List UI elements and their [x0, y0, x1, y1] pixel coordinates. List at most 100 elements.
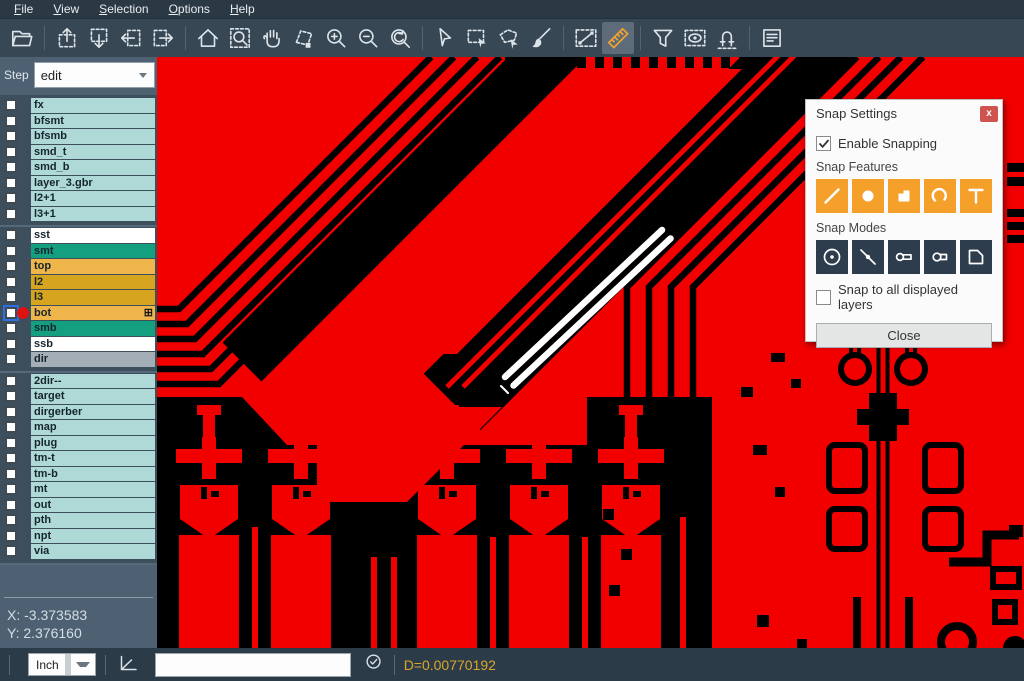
layer-checkbox[interactable]	[5, 161, 17, 173]
zoom-window-button[interactable]	[224, 22, 256, 54]
layer-checkbox[interactable]	[5, 390, 17, 402]
layer-checkbox[interactable]	[5, 115, 17, 127]
snap-all-layers-row[interactable]: Snap to all displayed layers	[816, 282, 992, 312]
snap-feature-line-button[interactable]	[816, 179, 848, 213]
layer-row[interactable]: ssb	[0, 337, 157, 352]
close-icon[interactable]: x	[980, 106, 998, 122]
layer-checkbox[interactable]	[5, 99, 17, 111]
snap-all-layers-checkbox[interactable]	[816, 290, 831, 305]
layer-row[interactable]: layer_3.gbr	[0, 176, 157, 191]
measure-value-input[interactable]	[155, 653, 351, 677]
layer-checkbox[interactable]	[5, 291, 17, 303]
layer-row[interactable]: via	[0, 544, 157, 559]
layer-row[interactable]: plug	[0, 436, 157, 451]
snap-magnet-button[interactable]	[711, 22, 743, 54]
layer-row[interactable]: smd_b	[0, 160, 157, 175]
unit-dropdown[interactable]: Inch	[28, 653, 96, 676]
zoom-in-button[interactable]	[320, 22, 352, 54]
layer-checkbox[interactable]	[5, 514, 17, 526]
layer-row[interactable]: tm-t	[0, 451, 157, 466]
layer-checkbox[interactable]	[5, 499, 17, 511]
layer-checkbox[interactable]	[5, 177, 17, 189]
layer-checkbox[interactable]	[5, 483, 17, 495]
layer-row[interactable]: target	[0, 389, 157, 404]
menu-help[interactable]: Help	[220, 1, 265, 17]
layer-row[interactable]: l2	[0, 275, 157, 290]
layer-row[interactable]: out	[0, 498, 157, 513]
import-down-button[interactable]	[83, 22, 115, 54]
menu-file[interactable]: File	[4, 1, 43, 17]
layer-row[interactable]: l3+1	[0, 207, 157, 222]
layer-checkbox[interactable]	[5, 530, 17, 542]
open-button[interactable]	[6, 22, 38, 54]
layer-row[interactable]: l2+1	[0, 191, 157, 206]
apply-check-icon[interactable]	[363, 651, 385, 678]
layer-row[interactable]: top	[0, 259, 157, 274]
import-left-button[interactable]	[115, 22, 147, 54]
snap-mode-origin-button[interactable]	[924, 240, 956, 274]
layer-checkbox[interactable]	[5, 245, 17, 257]
layer-row[interactable]: mt	[0, 482, 157, 497]
layer-checkbox[interactable]	[5, 260, 17, 272]
layer-row[interactable]: bfsmt	[0, 114, 157, 129]
layer-checkbox[interactable]	[5, 437, 17, 449]
layers-panel-button[interactable]	[756, 22, 788, 54]
home-view-button[interactable]	[192, 22, 224, 54]
snap-feature-surface-button[interactable]	[888, 179, 920, 213]
layer-row[interactable]: fx	[0, 98, 157, 113]
import-up-button[interactable]	[51, 22, 83, 54]
pan-button[interactable]	[256, 22, 288, 54]
layer-row[interactable]: pth	[0, 513, 157, 528]
snap-feature-arc-button[interactable]	[924, 179, 956, 213]
layer-checkbox[interactable]	[5, 130, 17, 142]
layer-checkbox[interactable]	[5, 452, 17, 464]
layer-row[interactable]: sst	[0, 228, 157, 243]
select-polygon-button[interactable]	[493, 22, 525, 54]
close-button[interactable]: Close	[816, 323, 992, 348]
layer-checkbox[interactable]	[5, 406, 17, 418]
snap-mode-midpoint-button[interactable]	[852, 240, 884, 274]
layer-checkbox[interactable]	[5, 322, 17, 334]
layer-row[interactable]: dir	[0, 352, 157, 367]
measure-line-button[interactable]	[570, 22, 602, 54]
snap-feature-text-button[interactable]	[960, 179, 992, 213]
zoom-previous-button[interactable]	[384, 22, 416, 54]
ruler-button[interactable]	[602, 22, 634, 54]
layer-checkbox[interactable]	[5, 353, 17, 365]
angle-measure-icon[interactable]	[117, 650, 141, 679]
layer-row[interactable]: dirgerber	[0, 405, 157, 420]
layer-row-bot-active[interactable]: bot⊞	[0, 306, 157, 321]
select-button[interactable]	[429, 22, 461, 54]
layer-checkbox[interactable]	[5, 545, 17, 557]
menu-options[interactable]: Options	[159, 1, 220, 17]
snap-mode-center-button[interactable]	[816, 240, 848, 274]
highlight-button[interactable]	[679, 22, 711, 54]
layer-row[interactable]: smd_t	[0, 145, 157, 160]
select-rectangle-button[interactable]	[461, 22, 493, 54]
zoom-polygon-button[interactable]	[288, 22, 320, 54]
menu-view[interactable]: View	[43, 1, 89, 17]
enable-snapping-checkbox[interactable]	[816, 136, 831, 151]
filter-button[interactable]	[647, 22, 679, 54]
layer-checkbox[interactable]	[5, 338, 17, 350]
layer-row[interactable]: map	[0, 420, 157, 435]
layer-checkbox[interactable]	[5, 146, 17, 158]
import-right-button[interactable]	[147, 22, 179, 54]
layer-checkbox[interactable]	[5, 307, 17, 319]
select-brush-button[interactable]	[525, 22, 557, 54]
layer-row[interactable]: tm-b	[0, 467, 157, 482]
menu-selection[interactable]: Selection	[89, 1, 158, 17]
layer-row[interactable]: 2dir--	[0, 374, 157, 389]
layer-checkbox[interactable]	[5, 375, 17, 387]
step-dropdown[interactable]: edit	[34, 62, 155, 88]
layer-checkbox[interactable]	[5, 276, 17, 288]
layer-row[interactable]: npt	[0, 529, 157, 544]
layer-checkbox[interactable]	[5, 468, 17, 480]
layer-checkbox[interactable]	[5, 229, 17, 241]
layer-row[interactable]: smb	[0, 321, 157, 336]
layer-row[interactable]: smt	[0, 244, 157, 259]
zoom-out-button[interactable]	[352, 22, 384, 54]
snap-mode-corner-button[interactable]	[960, 240, 992, 274]
layer-checkbox[interactable]	[5, 421, 17, 433]
layer-row[interactable]: l3	[0, 290, 157, 305]
